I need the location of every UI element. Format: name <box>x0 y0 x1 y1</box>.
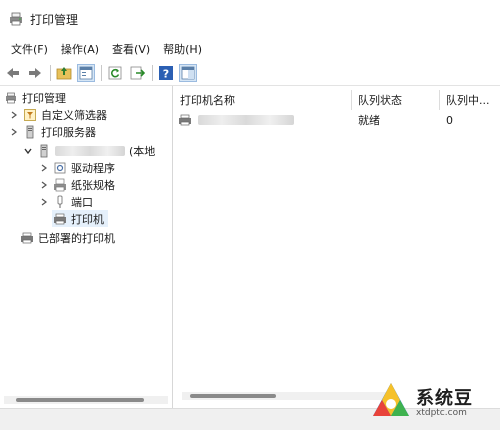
chevron-right-icon[interactable] <box>38 196 50 208</box>
table-cell-queue-status: 就绪 <box>358 114 380 127</box>
export-icon[interactable] <box>128 64 146 82</box>
back-arrow-icon[interactable] <box>4 64 22 82</box>
list-horizontal-scrollbar[interactable] <box>182 392 392 400</box>
refresh-icon[interactable] <box>106 64 124 82</box>
tree-label: 已部署的打印机 <box>38 231 115 245</box>
watermark-url: xtdptc.com <box>416 408 467 418</box>
tree-label: 打印管理 <box>22 91 66 105</box>
tree-horizontal-scrollbar[interactable] <box>4 396 168 404</box>
tree-label: 打印服务器 <box>41 125 96 139</box>
menu-view[interactable]: 查看(V) <box>107 39 155 59</box>
paper-forms-icon <box>54 178 66 191</box>
tree-item-forms[interactable]: 纸张规格 <box>38 176 115 193</box>
toolbar-separator <box>50 64 51 81</box>
site-logo-icon <box>373 383 409 416</box>
tree-item-print-servers[interactable]: 打印服务器 <box>8 123 96 140</box>
printer-icon <box>179 114 191 126</box>
printer-list-pane[interactable]: 打印机名称 队列状态 队列中... 就绪 0 <box>174 86 500 408</box>
menu-action[interactable]: 操作(A) <box>56 39 104 59</box>
watermark-text: 系统豆 xtdptc.com <box>416 384 473 418</box>
chevron-right-icon[interactable] <box>38 162 50 174</box>
tree-label: 驱动程序 <box>71 161 115 175</box>
column-header-printer-name[interactable]: 打印机名称 <box>174 90 352 110</box>
scrollbar-thumb[interactable] <box>190 394 276 398</box>
column-header-queue-status[interactable]: 队列状态 <box>352 90 440 110</box>
printer-icon <box>54 213 66 224</box>
column-header-jobs-in-queue[interactable]: 队列中... <box>440 90 500 110</box>
tree-label: (本地 <box>129 144 156 158</box>
redacted-printer-name <box>198 115 294 125</box>
forward-arrow-icon[interactable] <box>26 64 44 82</box>
tree-item-ports[interactable]: 端口 <box>38 193 93 210</box>
menu-help[interactable]: 帮助(H) <box>158 39 207 59</box>
help-icon[interactable]: ? <box>157 64 175 82</box>
show-tree-icon[interactable] <box>77 63 95 82</box>
tree-item-local-server[interactable]: (本地 <box>22 142 155 159</box>
tree-item-drivers[interactable]: 驱动程序 <box>38 159 115 176</box>
tree-item-root[interactable]: 打印管理 <box>4 89 66 106</box>
menu-file[interactable]: 文件(F) <box>6 39 53 59</box>
scrollbar-thumb[interactable] <box>16 398 144 402</box>
title-bar: 打印管理 <box>0 0 500 38</box>
print-management-icon <box>10 12 22 26</box>
chevron-down-icon[interactable] <box>22 145 34 157</box>
chevron-right-icon[interactable] <box>8 126 20 138</box>
tree-item-deployed-printers[interactable]: 已部署的打印机 <box>20 229 115 246</box>
tree-label: 端口 <box>71 195 93 209</box>
tree-item-printers[interactable]: 打印机 <box>53 210 104 227</box>
watermark-title: 系统豆 <box>416 388 473 409</box>
server-icon <box>40 144 48 157</box>
driver-icon <box>54 162 66 173</box>
site-watermark: 系统豆 xtdptc.com <box>370 380 473 422</box>
toolbar-separator <box>101 64 102 81</box>
table-row-printer-name[interactable] <box>178 112 294 128</box>
server-icon <box>26 125 34 138</box>
chevron-right-icon[interactable] <box>8 109 20 121</box>
table-cell-jobs-count: 0 <box>446 113 453 127</box>
port-icon <box>57 195 63 208</box>
toolbar-separator <box>152 64 153 81</box>
redacted-server-name <box>55 145 125 156</box>
navigation-tree-pane[interactable]: 打印管理 自定义筛选器 打印服务器 (本地 驱动程序 纸张规格 端口 打印机 已… <box>0 86 173 408</box>
window-title: 打印管理 <box>30 12 79 27</box>
tree-label: 打印机 <box>71 212 104 226</box>
toolbar: ? <box>0 60 500 86</box>
up-folder-icon[interactable] <box>55 64 73 82</box>
tree-item-custom-filters[interactable]: 自定义筛选器 <box>8 106 107 123</box>
menu-bar: 文件(F) 操作(A) 查看(V) 帮助(H) <box>0 38 500 60</box>
properties-icon[interactable] <box>179 63 197 82</box>
print-management-icon <box>6 92 16 103</box>
svg-text:?: ? <box>163 67 169 80</box>
tree-label: 纸张规格 <box>71 178 115 192</box>
filter-folder-icon <box>24 108 36 121</box>
chevron-right-icon[interactable] <box>38 179 50 191</box>
printer-icon <box>21 232 33 243</box>
tree-label: 自定义筛选器 <box>41 108 107 122</box>
